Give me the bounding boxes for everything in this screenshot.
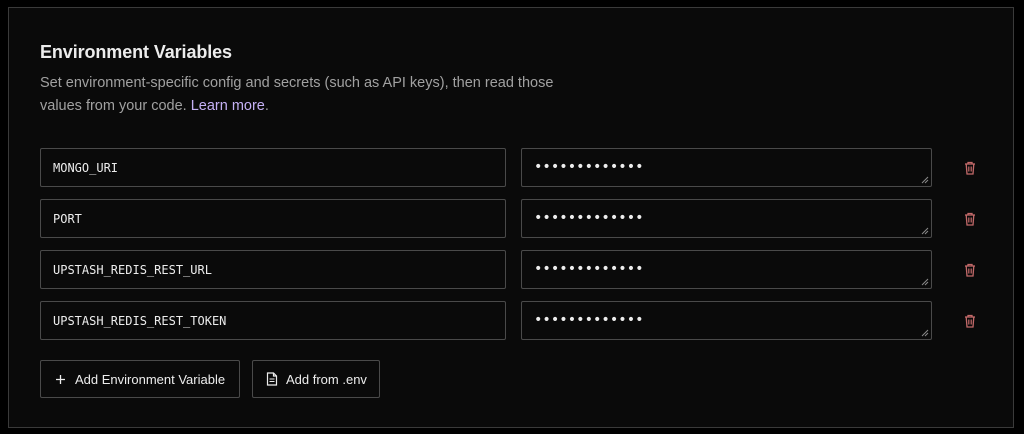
add-from-env-button[interactable]: Add from .env xyxy=(252,360,380,398)
env-key-input[interactable] xyxy=(40,199,506,238)
env-value-masked: ••••••••••••• xyxy=(534,159,644,175)
add-environment-variable-button[interactable]: Add Environment Variable xyxy=(40,360,240,398)
env-variable-row: ••••••••••••• xyxy=(40,148,1000,188)
env-value-textarea[interactable]: ••••••••••••• xyxy=(521,250,932,289)
learn-more-link[interactable]: Learn more xyxy=(191,98,265,114)
resize-handle-icon[interactable] xyxy=(921,227,929,235)
env-variable-row: ••••••••••••• xyxy=(40,250,1000,290)
description-line1: Set environment-specific config and secr… xyxy=(40,75,554,91)
trash-icon[interactable] xyxy=(961,159,979,177)
trash-icon[interactable] xyxy=(961,210,979,228)
resize-handle-icon[interactable] xyxy=(921,329,929,337)
plus-icon xyxy=(55,374,66,385)
env-key-input[interactable] xyxy=(40,301,506,340)
env-variable-row: ••••••••••••• xyxy=(40,199,1000,239)
resize-handle-icon[interactable] xyxy=(921,278,929,286)
env-key-input[interactable] xyxy=(40,250,506,289)
env-variable-row: ••••••••••••• xyxy=(40,301,1000,341)
section-description: Set environment-specific config and secr… xyxy=(40,72,600,118)
env-value-textarea[interactable]: ••••••••••••• xyxy=(521,301,932,340)
trash-icon[interactable] xyxy=(961,261,979,279)
environment-variables-panel: Environment Variables Set environment-sp… xyxy=(8,7,1014,428)
section-title: Environment Variables xyxy=(40,42,232,62)
file-icon xyxy=(266,372,278,386)
env-value-masked: ••••••••••••• xyxy=(534,261,644,277)
description-line2: values from your code. xyxy=(40,98,187,114)
env-value-textarea[interactable]: ••••••••••••• xyxy=(521,148,932,187)
env-value-textarea[interactable]: ••••••••••••• xyxy=(521,199,932,238)
description-period: . xyxy=(264,98,269,114)
resize-handle-icon[interactable] xyxy=(921,176,929,184)
env-value-masked: ••••••••••••• xyxy=(534,312,644,328)
trash-icon[interactable] xyxy=(961,312,979,330)
add-from-env-label: Add from .env xyxy=(286,371,367,387)
env-value-masked: ••••••••••••• xyxy=(534,210,644,226)
env-key-input[interactable] xyxy=(40,148,506,187)
add-environment-variable-label: Add Environment Variable xyxy=(75,371,226,387)
